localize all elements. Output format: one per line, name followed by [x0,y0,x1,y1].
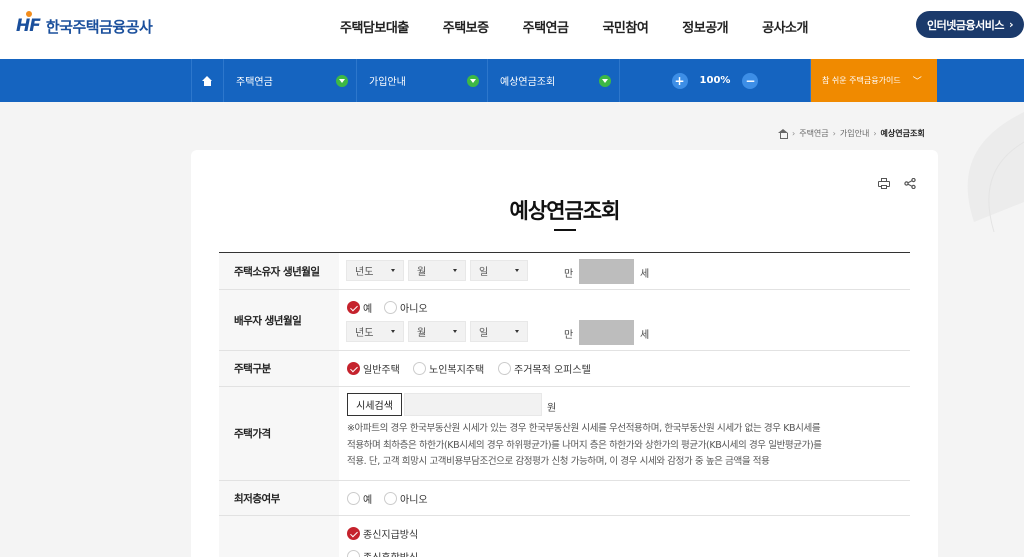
logo-text: 한국주택금융공사 [45,17,153,36]
gnb-item-mortgage[interactable]: 주택담보대출 [340,17,409,36]
chevron-down-icon [336,74,348,87]
chevron-down-icon [599,74,611,87]
house-price-input[interactable] [404,393,542,416]
owner-age-output [579,259,634,284]
age-suffix: 세 [640,330,650,341]
house-type-label: 주택구분 [219,351,339,386]
logo[interactable]: HF 한국주택금융공사 [16,11,153,40]
house-type-general-radio[interactable]: 일반주택 [347,361,400,376]
caret-down-icon [515,330,519,333]
spouse-age-output [579,320,634,345]
gnb-item-pension[interactable]: 주택연금 [523,17,569,36]
caret-down-icon [391,330,395,333]
age-prefix: 만 [564,330,574,341]
price-note: ※아파트의 경우 한국부동산원 시세가 있는 경우 한국부동산원 시세를 우선적… [347,423,822,467]
depth1-select[interactable]: 주택연금 [223,59,356,102]
row-house-price: 주택가격 시세검색 원 ※아파트의 경우 한국부동산원 시세가 있는 경우 한국… [219,387,910,481]
breadcrumb-current: 예상연금조회 [880,129,925,138]
age-suffix: 세 [640,269,650,280]
print-icon[interactable] [878,178,890,189]
depth3-select[interactable]: 예상연금조회 [487,59,619,102]
spouse-birth-label: 배우자 생년월일 [219,290,339,350]
internet-service-button[interactable]: 인터넷금융서비스 › [916,11,1024,38]
house-type-officetel-radio[interactable]: 주거목적 오피스텔 [498,361,591,376]
row-house-type: 주택구분 일반주택 노인복지주택 주거목적 오피스텔 [219,351,910,387]
chevron-down-icon [467,74,479,87]
lowest-floor-label: 최저층여부 [219,481,339,515]
gnb-item-disclosure[interactable]: 정보공개 [682,17,728,36]
gnb-item-participation[interactable]: 국민참여 [602,17,648,36]
home-button[interactable] [191,59,223,102]
owner-birth-label: 주택소유자 생년월일 [219,253,339,289]
caret-down-icon [453,269,457,272]
breadcrumb: › 주택연금 › 가입안내 › 예상연금조회 [778,128,925,139]
row-spouse-birth: 배우자 생년월일 예 아니오 년도 월 일 만 세 [219,290,910,351]
spouse-yes-radio[interactable]: 예 [347,300,372,315]
global-nav: 주택담보대출 주택보증 주택연금 국민참여 정보공개 공사소개 [340,0,842,52]
breadcrumb-item[interactable]: 주택연금 [799,128,828,139]
spouse-year-select[interactable]: 년도 [346,321,404,342]
check-icon [347,527,360,540]
zoom-out-button[interactable]: − [742,72,759,89]
home-icon [202,75,213,86]
owner-year-select[interactable]: 년도 [346,260,404,281]
row-payment-method: 종신지급방식 종신혼합방식 [219,516,910,557]
caret-down-icon [453,330,457,333]
page-title: 예상연금조회 [509,199,621,223]
caret-down-icon [515,269,519,272]
hf-logo-icon: HF [16,11,41,36]
chevron-down-icon: ﹀ [912,77,922,87]
guide-button[interactable]: 참 쉬운 주택금융가이드 ﹀ [811,59,937,102]
site-header: HF 한국주택금융공사 주택담보대출 주택보증 주택연금 국민참여 정보공개 공… [0,0,1024,59]
gnb-item-guarantee[interactable]: 주택보증 [443,17,489,36]
chevron-right-icon: › [1008,18,1014,31]
lowest-floor-yes-radio[interactable]: 예 [347,491,372,506]
house-type-senior-radio[interactable]: 노인복지주택 [413,361,484,376]
share-icon[interactable] [904,178,916,189]
home-icon[interactable] [778,129,788,139]
zoom-level: 100% [699,75,731,86]
zoom-control: + 100% − [619,59,811,102]
house-price-label: 주택가격 [219,387,339,480]
location-bar: 주택연금 가입안내 예상연금조회 + 100% − 참 쉬운 주택금융가이드 ﹀ [0,59,1024,102]
page-tools [878,178,916,189]
owner-month-select[interactable]: 월 [408,260,466,281]
row-lowest-floor: 최저층여부 예 아니오 [219,481,910,516]
caret-down-icon [391,269,395,272]
age-prefix: 만 [564,269,574,280]
spouse-month-select[interactable]: 월 [408,321,466,342]
check-icon [347,301,360,314]
spouse-day-select[interactable]: 일 [470,321,528,342]
title-underline [554,229,576,231]
breadcrumb-item[interactable]: 가입안내 [840,128,869,139]
zoom-in-button[interactable]: + [671,72,688,89]
pension-form: 주택소유자 생년월일 년도 월 일 만 세 배우자 생년월일 예 아니오 년도 … [219,252,910,557]
payment-mixed-radio[interactable]: 종신혼합방식 [347,549,418,557]
check-icon [347,362,360,375]
price-unit: 원 [547,403,557,414]
row-owner-birth: 주택소유자 생년월일 년도 월 일 만 세 [219,253,910,290]
spouse-no-radio[interactable]: 아니오 [384,300,428,315]
lowest-floor-no-radio[interactable]: 아니오 [384,491,428,506]
gnb-item-about[interactable]: 공사소개 [762,17,808,36]
owner-day-select[interactable]: 일 [470,260,528,281]
payment-lifetime-radio[interactable]: 종신지급방식 [347,526,418,541]
payment-method-label [219,516,339,557]
background-decoration [967,112,1024,233]
depth2-select[interactable]: 가입안내 [356,59,487,102]
price-search-button[interactable]: 시세검색 [347,393,402,416]
